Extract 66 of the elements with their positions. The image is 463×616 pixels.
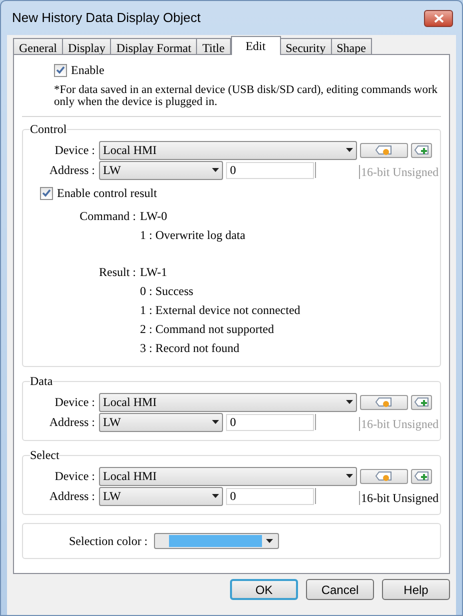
field-label: Selection color :: [69, 533, 148, 550]
close-button[interactable]: [424, 10, 453, 26]
tag-button[interactable]: [360, 394, 408, 410]
info-text: 1 : External device not connected: [140, 302, 300, 319]
checkbox[interactable]: [40, 186, 53, 200]
dropdown[interactable]: LW: [99, 160, 223, 180]
field-label: Device :: [54, 468, 96, 485]
field-label: Address :: [48, 162, 96, 179]
checkbox-label: Enable: [71, 62, 104, 79]
dialog-button[interactable]: Help: [382, 579, 450, 600]
add-tag-button[interactable]: [411, 468, 432, 484]
address-field[interactable]: 0: [226, 488, 314, 504]
add-tag-icon: [414, 144, 430, 156]
close-icon: [434, 14, 444, 22]
add-tag-icon: [414, 396, 430, 408]
tag-button[interactable]: [360, 142, 408, 158]
dropdown[interactable]: Local HMI: [99, 466, 357, 486]
field-label: Address :: [48, 488, 96, 505]
dropdown-arrow-icon: [266, 539, 273, 543]
dialog-button[interactable]: OK: [230, 579, 298, 600]
info-text: 3 : Record not found: [140, 340, 240, 357]
dropdown-arrow-icon: [346, 148, 353, 152]
tag-button[interactable]: [360, 468, 408, 484]
address-field[interactable]: 0: [226, 162, 314, 178]
dropdown[interactable]: LW: [99, 412, 223, 432]
address-field[interactable]: 0: [226, 414, 314, 430]
tag-icon: [375, 144, 393, 156]
data-type-text: 16-bit Unsigned: [359, 491, 439, 505]
tag-icon: [375, 470, 393, 482]
add-tag-icon: [414, 470, 430, 482]
dropdown-arrow-icon: [212, 494, 219, 498]
checkbox-label: Enable control result: [57, 185, 157, 202]
field-label: Device :: [54, 394, 96, 411]
field-label: Result :: [98, 264, 137, 281]
info-text: 1 : Overwrite log data: [140, 227, 246, 244]
data-type-text: 16-bit Unsigned: [359, 417, 439, 431]
info-text: 0 : Success: [140, 283, 194, 300]
dropdown[interactable]: Local HMI: [99, 140, 357, 160]
tab[interactable]: Display Format: [110, 38, 198, 54]
dropdown-arrow-icon: [346, 400, 353, 404]
dropdown-arrow-icon: [212, 168, 219, 172]
info-text: LW-1: [140, 264, 168, 281]
dropdown[interactable]: Local HMI: [99, 392, 357, 412]
info-text: 2 : Command not supported: [140, 321, 275, 338]
add-tag-button[interactable]: [411, 394, 432, 410]
field-label: Command :: [78, 208, 137, 225]
tab[interactable]: Title: [196, 38, 231, 54]
field-label: Device :: [54, 142, 96, 159]
info-text: LW-0: [140, 208, 168, 225]
window-title: New History Data Display Object: [11, 9, 201, 28]
note-text: *For data saved in an external device (USB disk/SD card), editing commands work only when the device is plugged in.: [53, 84, 439, 108]
tag-icon: [375, 396, 393, 408]
dropdown-arrow-icon: [346, 474, 353, 478]
checkbox[interactable]: [54, 64, 67, 76]
data-type-text: 16-bit Unsigned: [359, 165, 439, 179]
tab[interactable]: Display: [62, 38, 112, 54]
tab[interactable]: Shape: [330, 38, 372, 54]
color-dropdown[interactable]: [154, 533, 279, 549]
tab[interactable]: Security: [280, 38, 332, 54]
dropdown-arrow-icon: [212, 420, 219, 424]
tab[interactable]: General: [13, 38, 63, 54]
tab[interactable]: Edit: [230, 36, 281, 55]
add-tag-button[interactable]: [411, 142, 432, 158]
dropdown[interactable]: LW: [99, 486, 223, 506]
field-label: Address :: [48, 414, 96, 431]
dialog-button[interactable]: Cancel: [306, 579, 374, 600]
